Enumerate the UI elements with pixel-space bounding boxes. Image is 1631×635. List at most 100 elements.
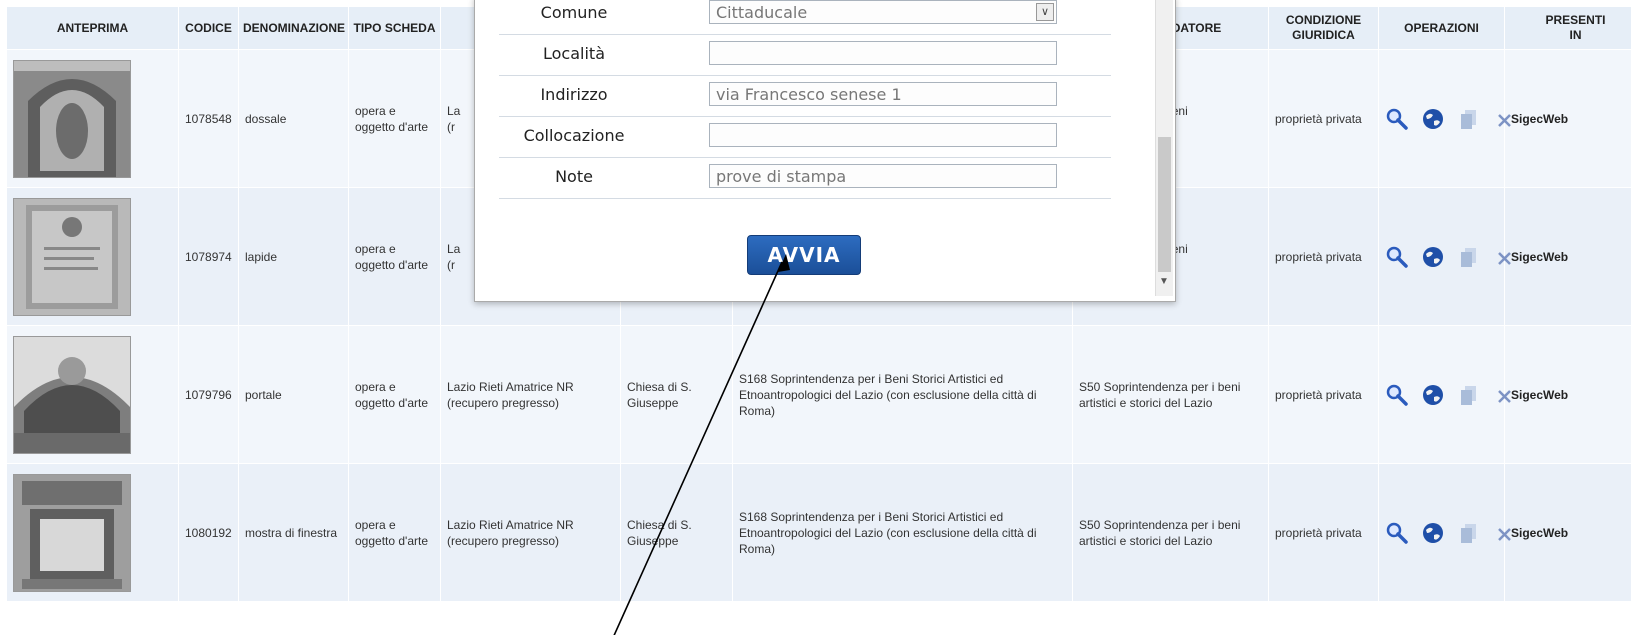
search-icon[interactable] <box>1385 245 1409 269</box>
ubic-line1: Chiesa di S. <box>627 379 692 394</box>
ente-line1: S50 Soprintendenza per i beni <box>1079 517 1241 532</box>
thumbnail-image[interactable] <box>13 473 131 592</box>
comp-line2: Etnoantropologici del Lazio (con esclusi… <box>739 387 1037 402</box>
comune-value: Cittaducale <box>716 3 808 22</box>
tipo-line2: oggetto d'arte <box>355 395 429 410</box>
lotto-line2: (recupero pregresso) <box>447 533 560 548</box>
operazioni-cell <box>1378 463 1511 602</box>
copy-icon[interactable] <box>1457 245 1481 269</box>
form-row: Località <box>499 33 1111 76</box>
table-row[interactable]: 1080192 mostra di finestra opera e oggetto … <box>6 463 1631 602</box>
form-input[interactable] <box>716 83 1050 107</box>
search-icon[interactable] <box>1385 107 1409 131</box>
comune-select[interactable]: Cittaducale ∨ <box>709 0 1057 24</box>
operazioni-cell <box>1378 325 1511 464</box>
form-row: Indirizzo <box>499 74 1111 117</box>
form-text-field[interactable] <box>709 82 1057 107</box>
comp-line1: S168 Soprintendenza per i Beni Storici A… <box>739 509 1004 524</box>
avvia-button[interactable]: AVVIA <box>747 235 861 275</box>
col-presenti-line1: PRESENTI <box>1545 13 1606 27</box>
operations-group <box>1385 383 1511 407</box>
form-label: Indirizzo <box>540 85 608 104</box>
ente-line1: S50 Soprintendenza per i beni <box>1079 379 1241 394</box>
chevron-down-icon[interactable]: ∨ <box>1036 3 1054 21</box>
search-icon[interactable] <box>1385 383 1409 407</box>
form-text-field[interactable] <box>709 123 1057 148</box>
codice-cell: 1078974 <box>178 187 239 326</box>
col-presenti-line2: IN <box>1569 28 1582 42</box>
thumbnail-image[interactable] <box>13 59 131 178</box>
scrollbar-thumb[interactable] <box>1158 137 1171 272</box>
ente-schedatore-cell: S50 Soprintendenza per i beni artistici e… <box>1072 463 1269 602</box>
scroll-down-icon[interactable]: ▼ <box>1159 276 1169 287</box>
col-condizione-giuridica[interactable]: CONDIZIONE GIURIDICA <box>1268 6 1379 50</box>
thumbnail-image[interactable] <box>13 197 131 316</box>
tipo-line1: opera e <box>355 241 396 256</box>
tipo-scheda-cell: opera e oggetto d'arte <box>348 463 441 602</box>
codice-cell: 1080192 <box>178 463 239 602</box>
print-dialog: Comune Cittaducale ∨ Località Indirizzo Collo… <box>474 0 1176 302</box>
presente-cell: SigecWeb <box>1504 187 1631 326</box>
col-tipo-scheda[interactable]: TIPO SCHEDA <box>348 6 441 50</box>
globe-icon[interactable] <box>1421 107 1445 131</box>
lotto-cell: Lazio Rieti Amatrice NR (recupero pregres… <box>440 325 621 464</box>
tipo-line1: opera e <box>355 379 396 394</box>
table-row[interactable]: 1079796 portale opera e oggetto d'arte Lazio… <box>6 325 1631 464</box>
col-anteprima[interactable]: ANTEPRIMA <box>6 6 179 50</box>
tipo-line1: opera e <box>355 517 396 532</box>
form-input[interactable] <box>716 165 1050 189</box>
operations-group <box>1385 107 1511 131</box>
tipo-line2: oggetto d'arte <box>355 533 429 548</box>
tipo-line1: opera e <box>355 103 396 118</box>
ubicazione-cell: Chiesa di S. Giuseppe <box>620 325 733 464</box>
globe-icon[interactable] <box>1421 521 1445 545</box>
col-denominazione[interactable]: DENOMINAZIONE <box>238 6 349 50</box>
presente-cell: SigecWeb <box>1504 49 1631 188</box>
col-condizione-line2: GIURIDICA <box>1292 28 1355 42</box>
comp-line2: Etnoantropologici del Lazio (con esclusi… <box>739 525 1037 540</box>
form-input[interactable] <box>716 124 1050 148</box>
form-label: Località <box>543 44 605 63</box>
denominazione-cell: mostra di finestra <box>238 463 349 602</box>
thumbnail-image[interactable] <box>13 335 131 454</box>
operations-group <box>1385 521 1511 545</box>
condizione-cell: proprietà privata <box>1268 187 1379 326</box>
copy-icon[interactable] <box>1457 107 1481 131</box>
col-presenti-in[interactable]: PRESENTI IN <box>1504 6 1631 50</box>
condizione-cell: proprietà privata <box>1268 325 1379 464</box>
comp-line3: Roma) <box>739 403 776 418</box>
form-row: Comune Cittaducale ∨ <box>499 0 1111 35</box>
tipo-scheda-cell: opera e oggetto d'arte <box>348 187 441 326</box>
ubic-line1: Chiesa di S. <box>627 517 692 532</box>
denominazione-cell: dossale <box>238 49 349 188</box>
lotto-cell: Lazio Rieti Amatrice NR (recupero pregres… <box>440 463 621 602</box>
thumbnail-cell <box>6 49 179 188</box>
denominazione-cell: lapide <box>238 187 349 326</box>
condizione-cell: proprietà privata <box>1268 49 1379 188</box>
tipo-line2: oggetto d'arte <box>355 119 429 134</box>
lotto-line2: (recupero pregresso) <box>447 395 560 410</box>
dialog-scrollbar[interactable]: ▼ <box>1155 0 1173 296</box>
thumbnail-cell <box>6 463 179 602</box>
thumbnail-cell <box>6 325 179 464</box>
form-input[interactable] <box>716 42 1050 66</box>
codice-cell: 1078548 <box>178 49 239 188</box>
comp-line3: Roma) <box>739 541 776 556</box>
ente-schedatore-cell: S50 Soprintendenza per i beni artistici e… <box>1072 325 1269 464</box>
ubic-line2: Giuseppe <box>627 395 679 410</box>
operations-group <box>1385 245 1511 269</box>
col-codice[interactable]: CODICE <box>178 6 239 50</box>
form-label: Collocazione <box>523 126 625 145</box>
globe-icon[interactable] <box>1421 383 1445 407</box>
search-icon[interactable] <box>1385 521 1409 545</box>
ente-line2: artistici e storici del Lazio <box>1079 533 1213 548</box>
copy-icon[interactable] <box>1457 521 1481 545</box>
lotto-line2: (r <box>447 257 455 272</box>
condizione-cell: proprietà privata <box>1268 463 1379 602</box>
globe-icon[interactable] <box>1421 245 1445 269</box>
copy-icon[interactable] <box>1457 383 1481 407</box>
form-text-field[interactable] <box>709 41 1057 66</box>
ente-line2: artistici e storici del Lazio <box>1079 395 1213 410</box>
form-text-field[interactable] <box>709 164 1057 189</box>
lotto-line1: La <box>447 241 461 256</box>
